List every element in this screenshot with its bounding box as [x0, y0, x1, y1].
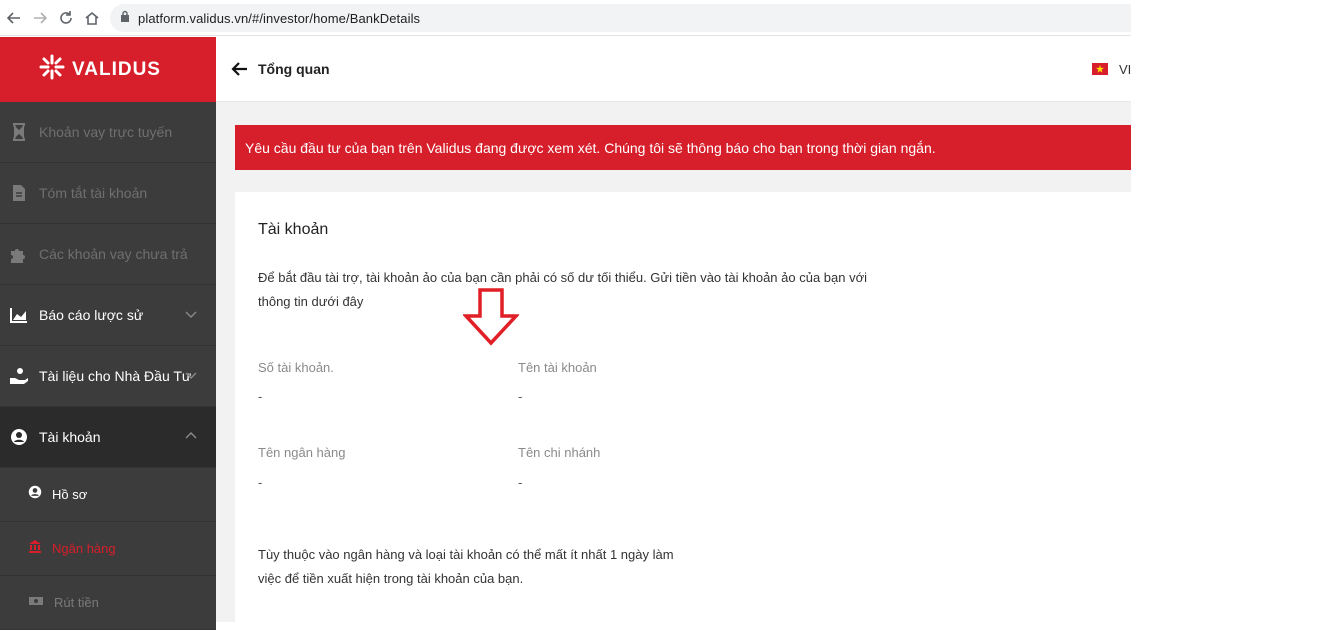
intro-line: Để bắt đầu tài trợ, tài khoản ảo của bạn…: [258, 270, 868, 285]
hourglass-icon: [9, 122, 29, 142]
user-circle-icon: [28, 485, 42, 504]
puzzle-icon: [9, 244, 29, 264]
brand-name: VALIDUS: [72, 58, 161, 80]
sidebar-subitem-label: Ngân hàng: [52, 541, 116, 556]
sidebar-item-label: Tài khoản: [39, 429, 101, 445]
page-header: Tổng quan VI: [216, 37, 1131, 102]
intro-line: thông tin dưới đây: [258, 294, 364, 309]
account-card: Tài khoản Để bắt đầu tài trợ, tài khoản …: [235, 192, 1131, 622]
sidebar: VALIDUS Khoản vay trực tuyến Tóm tắt tài…: [0, 37, 216, 630]
hand-coin-icon: [9, 366, 29, 386]
sidebar-item-outstanding-loans[interactable]: Các khoản vay chưa trả: [0, 224, 216, 285]
sidebar-item-online-loans[interactable]: Khoản vay trực tuyến: [0, 102, 216, 163]
browser-toolbar: platform.validus.vn/#/investor/home/Bank…: [0, 0, 1131, 36]
bank-name-value: -: [258, 475, 263, 490]
validus-logo-icon: [38, 53, 66, 86]
review-alert-banner: Yêu cầu đầu tư của bạn trên Validus đang…: [235, 125, 1131, 170]
branch-name-value: -: [518, 475, 523, 490]
vietnam-flag-icon[interactable]: [1092, 63, 1108, 75]
chart-icon: [9, 305, 29, 325]
forward-icon[interactable]: [28, 6, 52, 30]
blank-margin: [1131, 0, 1336, 622]
account-name-value: -: [518, 389, 523, 404]
branch-name-label: Tên chi nhánh: [518, 445, 601, 460]
chevron-down-icon[interactable]: [184, 307, 198, 321]
down-arrow-annotation-icon: [463, 288, 519, 346]
alert-text: Yêu cầu đầu tư của bạn trên Validus đang…: [245, 139, 936, 156]
back-arrow-icon[interactable]: [230, 60, 248, 78]
sidebar-item-label: Tóm tắt tài khoản: [39, 185, 148, 201]
cash-icon: [28, 594, 44, 612]
home-icon[interactable]: [80, 6, 104, 30]
reload-icon[interactable]: [54, 6, 78, 30]
note-line: Tùy thuộc vào ngân hàng và loại tài khoả…: [258, 547, 674, 562]
sidebar-item-investor-documents[interactable]: Tài liệu cho Nhà Đầu Tư: [0, 346, 216, 407]
account-number-value: -: [258, 389, 263, 404]
sidebar-subitem-bank[interactable]: Ngân hàng: [0, 522, 216, 576]
account-name-label: Tên tài khoản: [518, 360, 597, 375]
document-icon: [9, 183, 29, 203]
sidebar-item-account-summary[interactable]: Tóm tắt tài khoản: [0, 163, 216, 224]
language-selector[interactable]: VI: [1119, 62, 1131, 77]
sidebar-subitem-profile[interactable]: Hồ sơ: [0, 468, 216, 522]
sidebar-item-history-report[interactable]: Báo cáo lược sử: [0, 285, 216, 346]
back-icon[interactable]: [2, 6, 26, 30]
user-circle-icon: [9, 427, 29, 447]
note-line: việc để tiền xuất hiện trong tài khoản c…: [258, 571, 524, 586]
processing-time-note: Tùy thuộc vào ngân hàng và loại tài khoả…: [258, 543, 708, 591]
sidebar-item-label: Khoản vay trực tuyến: [39, 124, 173, 140]
address-bar[interactable]: platform.validus.vn/#/investor/home/Bank…: [110, 4, 1131, 32]
intro-text: Để bắt đầu tài trợ, tài khoản ảo của bạn…: [258, 266, 878, 314]
card-title: Tài khoản: [258, 221, 329, 238]
account-number-label: Số tài khoản.: [258, 360, 334, 375]
bank-name-label: Tên ngân hàng: [258, 445, 346, 460]
sidebar-item-label: Tài liệu cho Nhà Đầu Tư: [39, 368, 192, 384]
bank-icon: [28, 539, 42, 558]
chevron-up-icon[interactable]: [184, 429, 198, 443]
url-text: platform.validus.vn/#/investor/home/Bank…: [138, 10, 421, 26]
sidebar-subitem-label: Hồ sơ: [52, 487, 88, 502]
sidebar-item-label: Báo cáo lược sử: [39, 307, 144, 323]
sidebar-item-label: Các khoản vay chưa trả: [39, 246, 188, 262]
sidebar-subitem-label: Rút tiền: [54, 595, 99, 610]
page-title: Tổng quan: [258, 61, 330, 77]
brand-logo[interactable]: VALIDUS: [0, 37, 216, 102]
sidebar-item-account[interactable]: Tài khoản: [0, 407, 216, 468]
chevron-down-icon[interactable]: [184, 368, 198, 382]
lock-icon: [120, 9, 130, 27]
